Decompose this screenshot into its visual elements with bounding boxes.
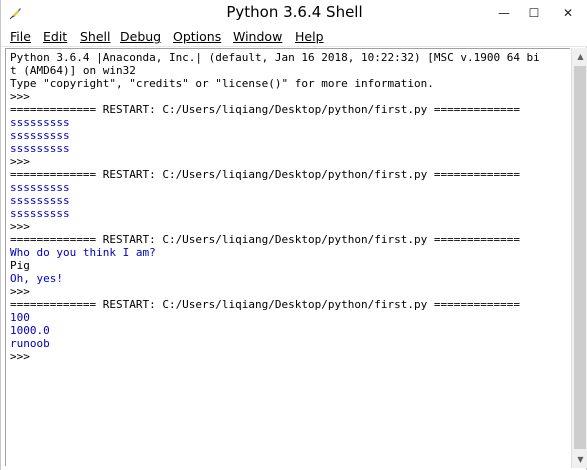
menu-options[interactable]: Options xyxy=(173,29,221,44)
shell-output-line: sssssssss xyxy=(10,129,70,142)
shell-line: Python 3.6.4 |Anaconda, Inc.| (default, … xyxy=(10,51,540,64)
restart-banner: ============= RESTART: C:/Users/liqiang/… xyxy=(10,233,520,246)
shell-output-line: sssssssss xyxy=(10,207,70,220)
restart-banner: ============= RESTART: C:/Users/liqiang/… xyxy=(10,298,520,311)
shell-prompt: >>> xyxy=(10,285,30,298)
scroll-up-arrow-icon[interactable]: ▲ xyxy=(572,48,587,65)
restart-banner: ============= RESTART: C:/Users/liqiang/… xyxy=(10,168,520,181)
shell-prompt: >>> xyxy=(10,155,30,168)
shell-output-line: Oh, yes! xyxy=(10,272,63,285)
shell-output-line: 100 xyxy=(10,311,30,324)
vertical-scrollbar[interactable]: ▲ ▼ xyxy=(571,48,587,468)
shell-output-line: sssssssss xyxy=(10,116,70,129)
close-button[interactable]: ✕ xyxy=(553,0,583,27)
title-bar[interactable]: Python 3.6.4 Shell — ☐ ✕ xyxy=(1,0,587,27)
menu-debug[interactable]: Debug xyxy=(120,29,161,44)
scrollbar-thumb[interactable] xyxy=(574,66,586,449)
menu-file[interactable]: File xyxy=(10,29,31,44)
shell-line: t (AMD64)] on win32 xyxy=(10,64,136,77)
shell-output-line: sssssssss xyxy=(10,194,70,207)
menu-window[interactable]: Window xyxy=(233,29,282,44)
menu-debug-label: Debug xyxy=(120,29,162,44)
menu-window-label: Window xyxy=(233,29,283,44)
shell-prompt: >>> xyxy=(10,220,30,233)
scroll-down-arrow-icon[interactable]: ▼ xyxy=(572,451,587,468)
menu-shell-label: Shell xyxy=(80,29,111,44)
shell-output-line: runoob xyxy=(10,337,50,350)
menu-help[interactable]: Help xyxy=(295,29,324,44)
shell-input-line: Pig xyxy=(10,259,30,272)
shell-line: Type "copyright", "credits" or "license(… xyxy=(10,77,434,90)
menu-edit[interactable]: Edit xyxy=(43,29,67,44)
menu-options-label: Options xyxy=(173,29,222,44)
menu-edit-label: Edit xyxy=(43,29,68,44)
shell-output-area[interactable]: Python 3.6.4 |Anaconda, Inc.| (default, … xyxy=(5,48,570,466)
menu-help-label: Help xyxy=(295,29,324,44)
menu-shell[interactable]: Shell xyxy=(80,29,111,44)
menu-bar: File Edit Shell Debug Options Window Hel… xyxy=(1,27,587,47)
maximize-button[interactable]: ☐ xyxy=(519,0,549,27)
shell-prompt: >>> xyxy=(10,350,30,363)
menu-file-label: File xyxy=(10,29,31,44)
shell-output-line: 1000.0 xyxy=(10,324,50,337)
shell-prompt: >>> xyxy=(10,90,30,103)
restart-banner: ============= RESTART: C:/Users/liqiang/… xyxy=(10,103,520,116)
idle-shell-window: Python 3.6.4 Shell — ☐ ✕ File Edit Shell… xyxy=(0,0,587,470)
shell-output-line: Who do you think I am? xyxy=(10,246,156,259)
shell-output-line: sssssssss xyxy=(10,142,70,155)
minimize-button[interactable]: — xyxy=(489,0,519,27)
shell-output-line: sssssssss xyxy=(10,181,70,194)
